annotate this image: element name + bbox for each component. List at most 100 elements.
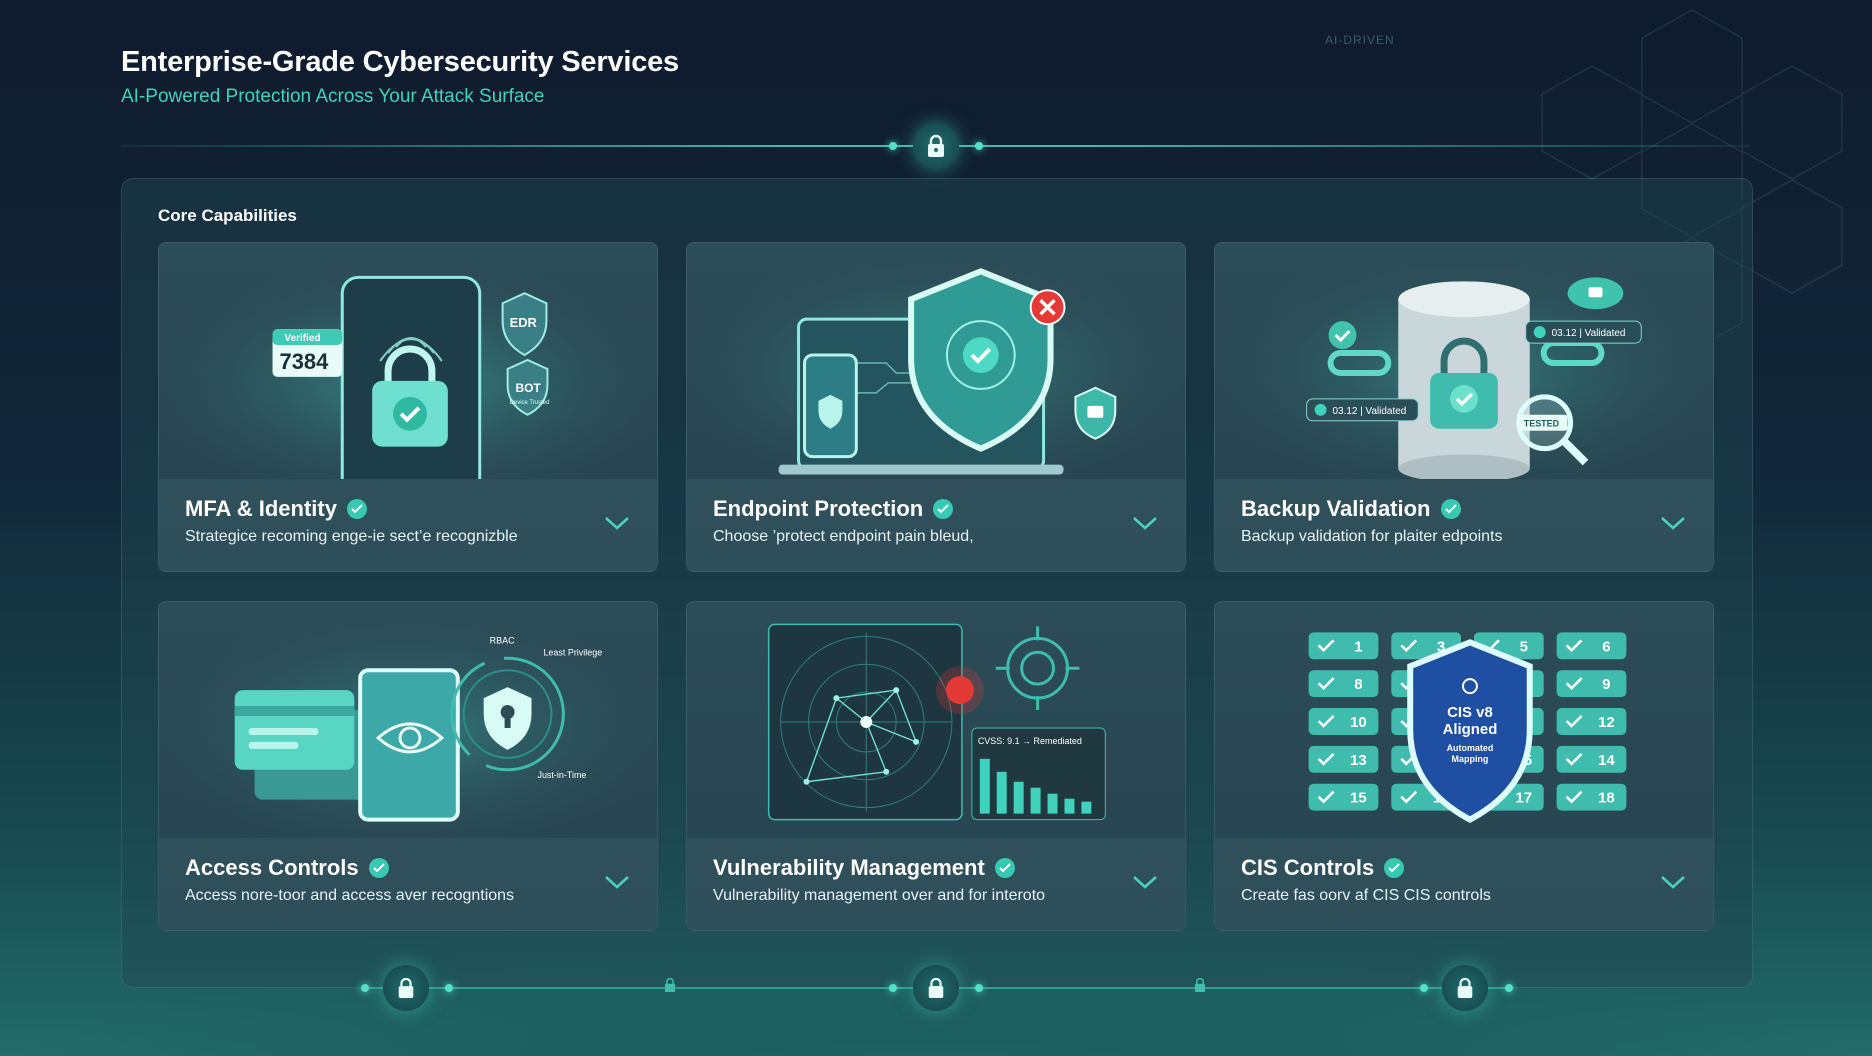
check-icon: [933, 499, 954, 519]
edr-label: EDR: [510, 315, 538, 330]
check-icon: [1384, 858, 1405, 878]
section-title: Core Capabilities: [158, 206, 297, 225]
card-footer: Backup Validation Backup validation for …: [1215, 479, 1713, 571]
chevron-down-icon[interactable]: [1131, 873, 1159, 891]
small-lock-icon: [664, 977, 676, 992]
cis-control-number: 8: [1354, 676, 1362, 693]
cis-control-number: 6: [1602, 638, 1610, 655]
card-title: Access Controls: [185, 855, 359, 880]
radar-target-icon: CVSS: 9.1 → Remediated: [767, 623, 1106, 821]
cis-badge-line3: Automated: [1447, 743, 1494, 753]
cis-control-number: 14: [1598, 752, 1615, 769]
rbac-label: RBAC: [490, 635, 515, 645]
cis-badge-line4: Mapping: [1452, 754, 1489, 764]
card-description: Choose ’protect endpoint pain bleud,: [713, 528, 974, 545]
cis-control-number: 10: [1350, 714, 1367, 731]
database-lock-icon: 03.12 | Validated 03.12 | Validated TEST…: [1215, 243, 1713, 479]
bot-sub-label: Device Trusted: [510, 400, 550, 406]
card-endpoint-protection[interactable]: Endpoint Protection Choose ’protect endp…: [686, 242, 1186, 572]
just-in-time-label: Just-in-Time: [537, 770, 586, 780]
lock-icon: [913, 965, 959, 1011]
card-description: Create fas oorv af CIS CIS controls: [1241, 887, 1491, 904]
cis-control-chip: 18: [1556, 783, 1627, 811]
divider-node: [889, 142, 897, 150]
cis-control-chip: 9: [1556, 670, 1627, 698]
bot-label: BOT: [516, 381, 542, 395]
cis-control-chip: 14: [1556, 745, 1627, 773]
divider-node: [975, 142, 983, 150]
connector-node: [975, 984, 983, 992]
chevron-down-icon[interactable]: [603, 873, 631, 891]
small-lock-icon: [1194, 977, 1206, 992]
card-footer: Endpoint Protection Choose ’protect endp…: [687, 479, 1185, 571]
lock-icon: [1442, 965, 1488, 1011]
cis-control-chip: 10: [1308, 708, 1379, 735]
connector-node: [1420, 984, 1428, 992]
core-capabilities-panel: Core Capabilities Verified 7384 EDR BOT …: [121, 178, 1753, 988]
cis-badge-line1: CIS v8: [1447, 704, 1493, 721]
laptop-shield-icon: [687, 243, 1185, 479]
cvss-bar: [1047, 793, 1058, 814]
cis-control-number: 15: [1350, 790, 1367, 807]
connector-node: [445, 984, 453, 992]
cvss-bar: [979, 758, 990, 814]
card-title: Vulnerability Management: [713, 855, 985, 880]
card-description: Access nore-toor and access aver recognt…: [185, 887, 515, 904]
card-mfa-identity[interactable]: Verified 7384 EDR BOT Device Trusted MFA…: [158, 242, 658, 572]
cis-control-number: 12: [1598, 714, 1615, 731]
card-title: Endpoint Protection: [713, 496, 924, 521]
otp-code: 7384: [280, 349, 330, 374]
card-footer: Vulnerability Management Vulnerability m…: [687, 838, 1185, 930]
cis-control-chip: 1: [1308, 632, 1379, 660]
phone-fingerprint-lock-icon: Verified 7384 EDR BOT Device Trusted: [159, 243, 657, 479]
card-footer: MFA & Identity Strategice recoming enge-…: [159, 479, 657, 571]
check-icon: [994, 858, 1015, 878]
connector-node: [889, 984, 897, 992]
cis-badge-line2: Aligned: [1443, 721, 1498, 738]
cis-control-number: 13: [1350, 752, 1367, 769]
connector-node: [361, 984, 369, 992]
validated-badge-left: 03.12 | Validated: [1333, 406, 1407, 417]
card-footer: Access Controls Access nore-toor and acc…: [159, 838, 657, 930]
card-description: Backup validation for plaiter edpoints: [1241, 528, 1503, 545]
cis-control-chip: 8: [1308, 670, 1379, 698]
check-icon: [368, 858, 389, 878]
cis-control-chip: 6: [1556, 632, 1627, 660]
page-subtitle: AI-Powered Protection Across Your Attack…: [121, 86, 545, 107]
cis-control-number: 17: [1515, 790, 1532, 807]
lock-icon: [913, 123, 959, 169]
verified-label: Verified: [284, 333, 320, 344]
validated-badge-top: 03.12 | Validated: [1552, 328, 1626, 339]
cvss-bar: [1081, 801, 1092, 814]
card-title: MFA & Identity: [185, 496, 337, 521]
card-backup-validation[interactable]: 03.12 | Validated 03.12 | Validated TEST…: [1214, 242, 1714, 572]
cvss-bar: [996, 771, 1007, 814]
card-description: Strategice recoming enge-ie sect’e recog…: [185, 528, 518, 545]
cvss-bar: [1064, 798, 1075, 814]
tested-label: TESTED: [1524, 419, 1560, 429]
card-footer: CIS Controls Create fas oorv af CIS CIS …: [1215, 838, 1713, 930]
check-icon: [1440, 499, 1461, 519]
cis-control-number: 5: [1520, 638, 1528, 655]
card-cis-controls[interactable]: 1356891011213151415161718 CIS v8 Aligned…: [1214, 601, 1714, 931]
cvss-label: CVSS: 9.1 → Remediated: [978, 736, 1082, 746]
least-privilege-label: Least Privilege: [543, 647, 602, 657]
cvss-bar: [1030, 787, 1041, 814]
door-eye-keyhole-icon: RBAC Least Privilege Just-in-Time: [159, 602, 657, 838]
lock-icon: [383, 965, 429, 1011]
cis-shield-icon: 1356891011213151415161718 CIS v8 Aligned…: [1308, 632, 1627, 823]
cis-control-number: 9: [1602, 676, 1610, 693]
chevron-down-icon[interactable]: [603, 514, 631, 532]
cis-control-chip: 13: [1308, 745, 1379, 773]
cis-control-chip: 15: [1308, 783, 1379, 811]
cvss-bar: [1013, 781, 1024, 814]
page-title: Enterprise-Grade Cybersecurity Services: [121, 46, 679, 78]
chevron-down-icon[interactable]: [1131, 514, 1159, 532]
card-description: Vulnerability management over and for in…: [713, 887, 1046, 904]
chevron-down-icon[interactable]: [1659, 514, 1687, 532]
check-icon: [346, 499, 367, 519]
card-vulnerability-management[interactable]: CVSS: 9.1 → Remediated Vulnerability Man…: [686, 601, 1186, 931]
cis-control-number: 18: [1598, 790, 1615, 807]
chevron-down-icon[interactable]: [1659, 873, 1687, 891]
card-access-controls[interactable]: RBAC Least Privilege Just-in-Time Access…: [158, 601, 658, 931]
